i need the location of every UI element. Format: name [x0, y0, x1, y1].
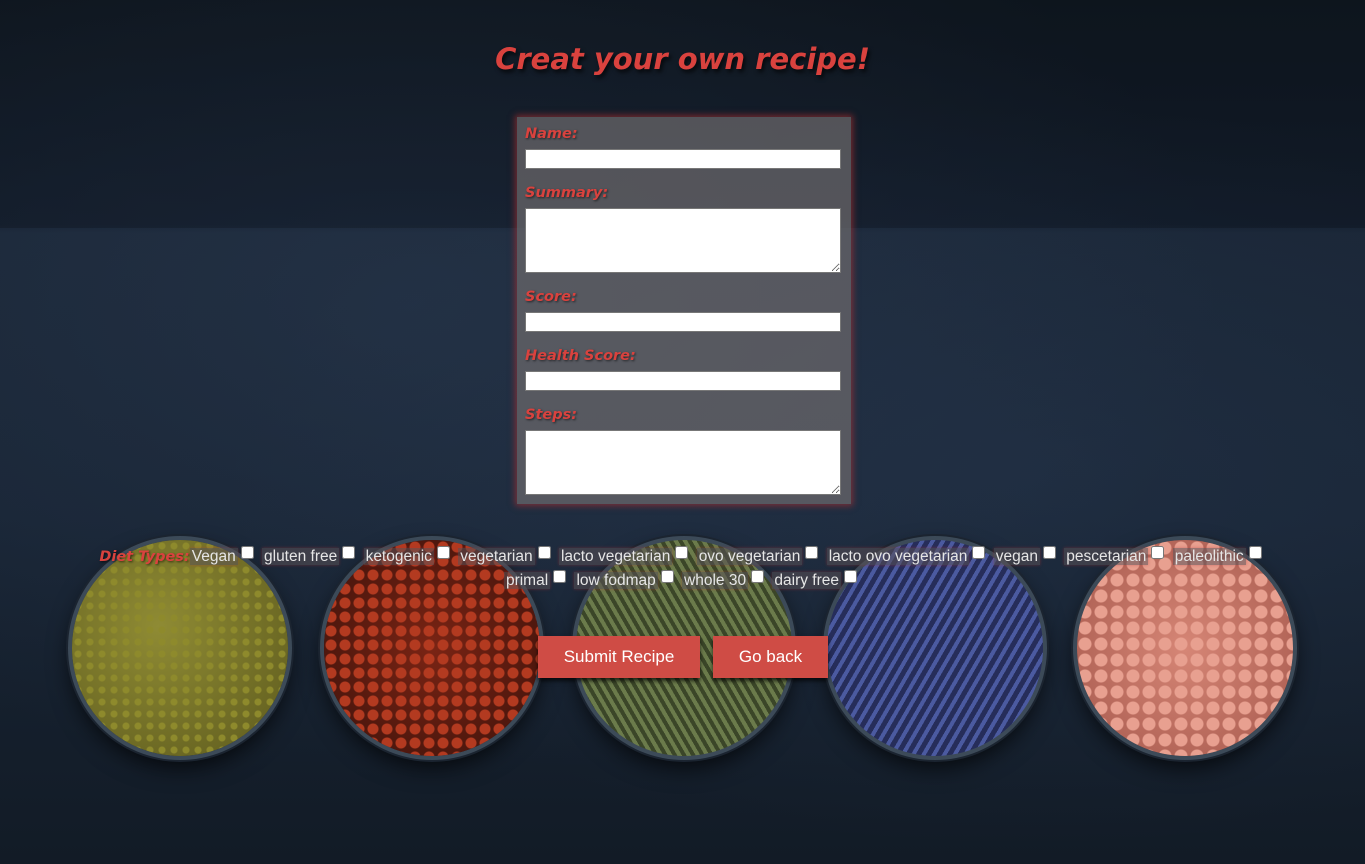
diet-option-label: Vegan: [189, 548, 238, 565]
recipe-form: Name: Summary: Score: Health Score: Step…: [517, 117, 851, 504]
name-label: Name:: [525, 126, 578, 142]
diet-option: pescetarian: [1064, 546, 1168, 565]
diet-types-section: Diet Types: Vegan gluten free ketogenic v…: [80, 545, 1285, 593]
diet-option-checkbox[interactable]: [1151, 546, 1165, 559]
diet-option: paleolithic: [1172, 546, 1266, 565]
diet-option-checkbox[interactable]: [537, 546, 551, 559]
submit-recipe-button[interactable]: Submit Recipe: [538, 636, 700, 678]
diet-option-label: ovo vegetarian: [696, 548, 803, 565]
diet-option: vegetarian: [458, 546, 554, 565]
diet-option-label: paleolithic: [1172, 548, 1246, 565]
diet-option: dairy free: [772, 570, 861, 589]
summary-textarea[interactable]: [525, 208, 841, 273]
diet-option-label: ketogenic: [363, 548, 434, 565]
diet-option-label: lacto vegetarian: [558, 548, 673, 565]
steps-textarea[interactable]: [525, 430, 841, 495]
diet-option: gluten free: [262, 546, 359, 565]
diet-option-checkbox[interactable]: [436, 546, 450, 559]
diet-option-checkbox[interactable]: [844, 570, 858, 583]
page-title: Creat your own recipe!: [495, 42, 870, 76]
go-back-button[interactable]: Go back: [713, 636, 828, 678]
diet-option-label: vegan: [993, 548, 1040, 565]
diet-option: whole 30: [682, 570, 768, 589]
diet-option: lacto ovo vegetarian: [826, 546, 990, 565]
diet-option: vegan: [993, 546, 1060, 565]
diet-option-label: low fodmap: [574, 572, 658, 589]
diet-option-label: pescetarian: [1064, 548, 1149, 565]
diet-option-label: gluten free: [262, 548, 340, 565]
health-score-label: Health Score:: [525, 348, 636, 364]
score-input[interactable]: [525, 312, 841, 332]
diet-option-checkbox[interactable]: [553, 570, 567, 583]
diet-option-checkbox[interactable]: [675, 546, 689, 559]
diet-option-label: vegetarian: [458, 548, 535, 565]
steps-label: Steps:: [525, 407, 578, 423]
diet-option: Vegan: [189, 546, 258, 565]
diet-option-label: lacto ovo vegetarian: [826, 548, 970, 565]
diet-option: ovo vegetarian: [696, 546, 823, 565]
diet-option-checkbox[interactable]: [972, 546, 986, 559]
diet-option: lacto vegetarian: [558, 546, 692, 565]
diet-option-checkbox[interactable]: [1042, 546, 1056, 559]
diet-options-list: Vegan gluten free ketogenic vegetarian l…: [189, 546, 1266, 589]
summary-label: Summary:: [525, 185, 609, 201]
score-label: Score:: [525, 289, 577, 305]
diet-types-label: Diet Types:: [99, 549, 190, 565]
name-input[interactable]: [525, 149, 841, 169]
diet-option-checkbox[interactable]: [660, 570, 674, 583]
diet-option: primal: [503, 570, 570, 589]
diet-option-checkbox[interactable]: [1248, 546, 1262, 559]
diet-option: ketogenic: [363, 546, 454, 565]
diet-option: low fodmap: [574, 570, 677, 589]
diet-option-checkbox[interactable]: [240, 546, 254, 559]
diet-option-checkbox[interactable]: [751, 570, 765, 583]
diet-option-label: primal: [503, 572, 551, 589]
diet-option-checkbox[interactable]: [342, 546, 356, 559]
health-score-input[interactable]: [525, 371, 841, 391]
diet-option-label: whole 30: [682, 572, 749, 589]
diet-option-label: dairy free: [772, 572, 842, 589]
diet-option-checkbox[interactable]: [805, 546, 819, 559]
